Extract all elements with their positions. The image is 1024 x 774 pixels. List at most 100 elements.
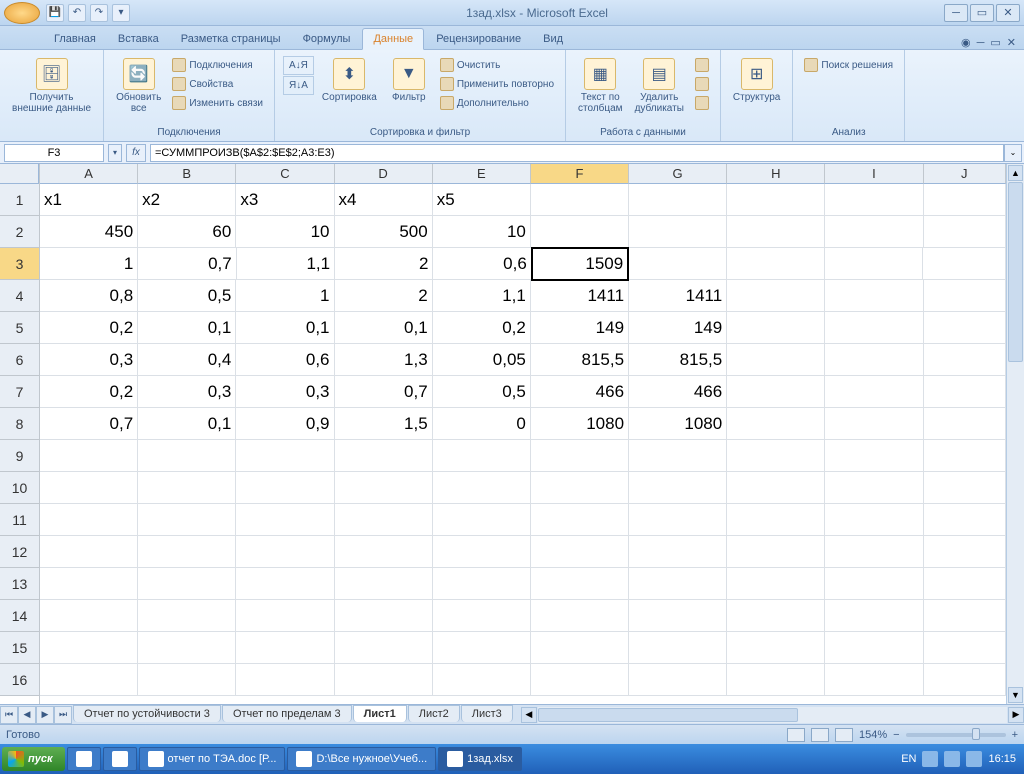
cell[interactable] [923, 248, 1006, 280]
cell[interactable]: 0,5 [138, 280, 236, 312]
cell[interactable]: 1,5 [335, 408, 433, 440]
horizontal-scrollbar[interactable]: ◀ ▶ [521, 707, 1024, 723]
cell[interactable]: 0,2 [433, 312, 531, 344]
cell[interactable] [335, 568, 433, 600]
sort-za-button[interactable]: Я↓А [283, 76, 314, 95]
cell[interactable] [825, 664, 923, 696]
cell[interactable] [531, 600, 629, 632]
cell[interactable] [924, 216, 1006, 248]
quicklaunch-item[interactable] [103, 747, 137, 771]
cell[interactable] [433, 600, 531, 632]
column-header[interactable]: H [727, 164, 825, 184]
cell[interactable] [924, 280, 1006, 312]
data-validation-button[interactable] [692, 56, 712, 74]
name-box-dropdown[interactable]: ▾ [108, 144, 122, 162]
cell[interactable] [825, 600, 923, 632]
cell[interactable] [825, 568, 923, 600]
cell[interactable] [924, 312, 1006, 344]
cell[interactable] [727, 312, 825, 344]
clear-button[interactable]: Очистить [437, 56, 557, 74]
cell[interactable]: 1080 [531, 408, 629, 440]
cell[interactable]: 149 [629, 312, 727, 344]
cell[interactable] [825, 184, 923, 216]
cell[interactable] [727, 216, 825, 248]
cell[interactable] [236, 568, 334, 600]
cell[interactable] [236, 504, 334, 536]
sheet-tab[interactable]: Отчет по устойчивости 3 [73, 705, 221, 722]
column-header[interactable]: I [825, 164, 923, 184]
cell[interactable]: 0,2 [40, 312, 138, 344]
cell[interactable] [924, 664, 1006, 696]
cell[interactable]: 0,7 [138, 248, 236, 280]
cell[interactable]: 0,4 [138, 344, 236, 376]
zoom-out-icon[interactable]: − [893, 729, 899, 741]
cell[interactable] [924, 600, 1006, 632]
text-to-columns-button[interactable]: ▦ Текст по столбцам [574, 56, 627, 116]
cell[interactable]: 0,3 [138, 376, 236, 408]
cell[interactable] [335, 472, 433, 504]
cell[interactable] [236, 632, 334, 664]
cell[interactable] [727, 504, 825, 536]
row-header[interactable]: 1 [0, 184, 39, 216]
cell[interactable] [727, 664, 825, 696]
view-pagebreak-icon[interactable] [835, 728, 853, 742]
connections-button[interactable]: Подключения [169, 56, 266, 74]
cell[interactable]: 0,3 [40, 344, 138, 376]
outline-button[interactable]: ⊞ Структура [729, 56, 784, 105]
cell[interactable] [433, 568, 531, 600]
reapply-button[interactable]: Применить повторно [437, 75, 557, 93]
cell[interactable] [236, 472, 334, 504]
mdi-minimize-icon[interactable]: ─ [977, 37, 985, 49]
cell[interactable] [335, 504, 433, 536]
hscroll-thumb[interactable] [538, 708, 798, 722]
cell[interactable] [629, 472, 727, 504]
cell[interactable] [335, 440, 433, 472]
cell[interactable] [531, 504, 629, 536]
remove-duplicates-button[interactable]: ▤ Удалить дубликаты [631, 56, 688, 116]
cell[interactable] [138, 600, 236, 632]
cell[interactable] [433, 440, 531, 472]
cell[interactable] [825, 216, 923, 248]
cell[interactable] [825, 632, 923, 664]
cell[interactable] [433, 472, 531, 504]
cell[interactable]: 60 [138, 216, 236, 248]
cell[interactable] [40, 664, 138, 696]
clock[interactable]: 16:15 [988, 753, 1016, 765]
filter-button[interactable]: ▼ Фильтр [385, 56, 433, 105]
taskbar-item[interactable]: отчет по ТЭА.doc [Р... [139, 747, 286, 771]
cell[interactable] [924, 408, 1006, 440]
cell[interactable] [727, 440, 825, 472]
sheet-tab[interactable]: Лист2 [408, 705, 460, 722]
start-button[interactable]: пуск [2, 747, 65, 771]
cell[interactable] [138, 632, 236, 664]
cell[interactable]: 10 [236, 216, 334, 248]
row-header[interactable]: 7 [0, 376, 39, 408]
taskbar-item-active[interactable]: 1зад.xlsx [438, 747, 522, 771]
cell[interactable] [531, 472, 629, 504]
undo-icon[interactable]: ↶ [68, 4, 86, 22]
cell[interactable] [433, 504, 531, 536]
quicklaunch-item[interactable] [67, 747, 101, 771]
column-header[interactable]: F [531, 164, 629, 184]
cell[interactable] [825, 536, 923, 568]
cell[interactable] [531, 568, 629, 600]
cell[interactable]: 0,8 [40, 280, 138, 312]
whatif-button[interactable] [692, 94, 712, 112]
cell[interactable]: 466 [531, 376, 629, 408]
cell[interactable] [629, 504, 727, 536]
scroll-left-icon[interactable]: ◀ [521, 707, 537, 723]
cell[interactable] [825, 248, 923, 280]
minimize-button[interactable]: ─ [944, 4, 968, 22]
cell[interactable] [433, 632, 531, 664]
formula-input[interactable]: =СУММПРОИЗВ($A$2:$E$2;A3:E3) [150, 144, 1004, 162]
cell[interactable] [825, 504, 923, 536]
cell[interactable] [531, 216, 629, 248]
cell[interactable] [40, 568, 138, 600]
cell[interactable]: 466 [629, 376, 727, 408]
cell[interactable]: 0,6 [433, 248, 531, 280]
column-header[interactable]: J [924, 164, 1006, 184]
cell[interactable] [531, 632, 629, 664]
cell[interactable] [531, 664, 629, 696]
tab-review[interactable]: Рецензирование [426, 29, 531, 49]
cell[interactable] [825, 408, 923, 440]
